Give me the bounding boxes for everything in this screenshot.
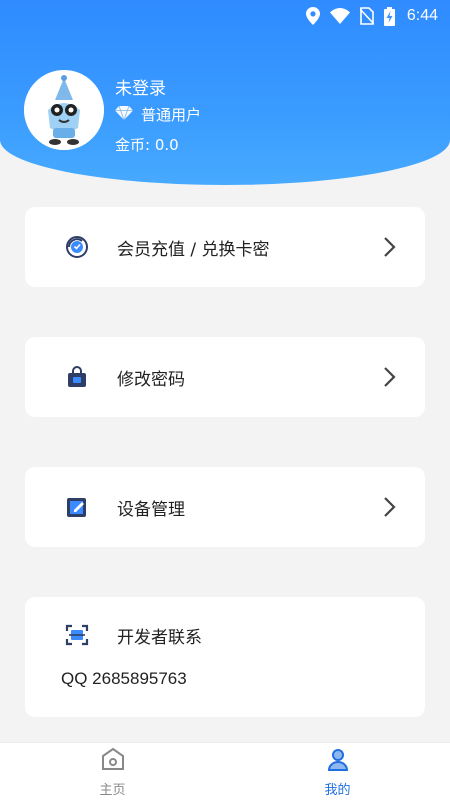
developer-contact-title: 开发者联系 [117, 627, 202, 648]
menu-item-recharge-label: 会员充值 / 兑换卡密 [117, 239, 270, 260]
tab-home[interactable]: 主页 [0, 743, 225, 801]
developer-qq[interactable]: QQ 2685895763 [61, 669, 187, 689]
status-time: 6:44 [406, 7, 438, 24]
diamond-icon [115, 105, 133, 124]
user-icon [326, 747, 350, 775]
developer-contact-card: 开发者联系 QQ 2685895763 [25, 597, 425, 717]
coin-balance: 金币: 0.0 [115, 136, 179, 154]
wifi-icon [329, 8, 350, 24]
user-level-label: 普通用户 [141, 106, 202, 124]
developer-contact-header: 开发者联系 [25, 597, 425, 673]
chevron-right-icon [383, 496, 397, 518]
recharge-card[interactable]: 会员充值 / 兑换卡密 [25, 207, 425, 287]
scan-icon [65, 623, 89, 647]
menu-item-device-management[interactable]: 设备管理 [25, 467, 425, 547]
menu-item-change-password-label: 修改密码 [117, 369, 185, 390]
tab-home-label: 主页 [99, 782, 126, 798]
home-icon [100, 747, 126, 775]
menu-item-recharge[interactable]: 会员充值 / 兑换卡密 [25, 207, 425, 287]
no-sim-icon [359, 7, 374, 25]
bottom-tab-bar: 主页 我的 [0, 742, 450, 801]
chevron-right-icon [383, 236, 397, 258]
battery-charging-icon [383, 6, 395, 26]
user-level: 普通用户 [115, 104, 201, 125]
change-password-card[interactable]: 修改密码 [25, 337, 425, 417]
avatar[interactable] [24, 70, 104, 150]
username: 未登录 [115, 79, 166, 99]
menu-item-change-password[interactable]: 修改密码 [25, 337, 425, 417]
menu-item-device-management-label: 设备管理 [117, 499, 185, 520]
recharge-icon [65, 235, 89, 259]
edit-note-icon [65, 495, 89, 519]
lock-bag-icon [65, 365, 89, 389]
tab-mine-label: 我的 [324, 782, 351, 798]
tab-mine[interactable]: 我的 [225, 743, 450, 801]
location-icon [305, 7, 320, 25]
chevron-right-icon [383, 366, 397, 388]
device-management-card[interactable]: 设备管理 [25, 467, 425, 547]
status-bar: 6:44 [0, 0, 450, 32]
profile-section: 未登录 普通用户 金币: 0.0 [24, 70, 424, 160]
